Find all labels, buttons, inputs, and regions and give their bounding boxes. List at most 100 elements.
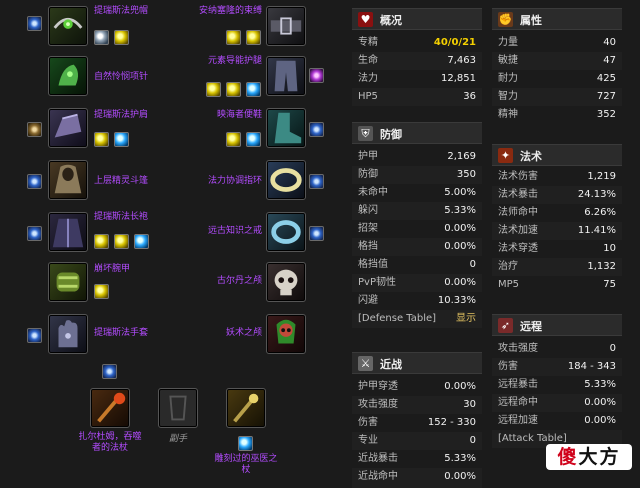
ring2-slot[interactable] <box>266 212 306 252</box>
meta-gem-icon[interactable] <box>94 30 109 45</box>
trinket2-slot[interactable] <box>266 314 306 354</box>
stat-value: 10 <box>603 243 616 254</box>
shoulder-icon <box>54 113 82 138</box>
blue-gem-icon[interactable] <box>238 436 253 451</box>
stat-label: 耐力 <box>498 73 518 84</box>
ring1-item-name[interactable]: 法力协调指环 <box>186 176 262 187</box>
legs-item-name[interactable]: 元素导能护腿 <box>186 56 262 67</box>
stat-label: 远程暴击 <box>498 379 538 390</box>
stat-row: 精神 352 <box>492 106 622 124</box>
stat-row: 未命中 5.00% <box>352 184 482 202</box>
stat-value: 40 <box>603 37 616 48</box>
stat-label: PvP韧性 <box>358 277 396 288</box>
legs-enchant-icon[interactable] <box>309 68 324 83</box>
stat-value: 0.00% <box>444 241 476 252</box>
hands-item-name[interactable]: 提瑞斯法手套 <box>94 328 148 339</box>
waist-slot[interactable] <box>266 6 306 46</box>
blue-gem-icon[interactable] <box>246 132 261 147</box>
neck-item-name[interactable]: 自然怜悯项针 <box>94 72 148 83</box>
back-slot[interactable] <box>48 160 88 200</box>
stat-value: 0 <box>609 343 616 354</box>
feet-enchant-icon[interactable] <box>309 122 324 137</box>
yellow-gem-icon[interactable] <box>246 30 261 45</box>
stat-label: 精神 <box>498 109 518 120</box>
stat-value: 75 <box>603 279 616 290</box>
shoulder-slot[interactable] <box>48 108 88 148</box>
shoulder-item-name[interactable]: 提瑞斯法护肩 <box>94 110 148 121</box>
trinket2-item-name[interactable]: 妖术之颅 <box>186 328 262 339</box>
stat-value: 0.00% <box>444 381 476 392</box>
stat-value: 5.00% <box>444 187 476 198</box>
stat-row: 生命 7,463 <box>352 52 482 70</box>
wrist-item-name[interactable]: 崩坏腕甲 <box>94 264 130 275</box>
stat-value: 184 - 343 <box>567 361 616 372</box>
nature-pendant-icon <box>58 64 79 86</box>
yellow-gem-icon[interactable] <box>114 30 129 45</box>
section-title: 法术 <box>520 150 542 163</box>
stat-value: 10.33% <box>437 295 476 306</box>
stat-value: 0.00% <box>444 223 476 234</box>
legs-slot[interactable] <box>266 56 306 96</box>
stat-value: 36 <box>463 91 476 102</box>
defense-table-label: [Defense Table] <box>358 313 437 324</box>
blue-gem-icon[interactable] <box>114 132 129 147</box>
ranged-slot[interactable] <box>226 388 266 428</box>
stat-row: 伤害 152 - 330 <box>352 414 482 432</box>
yellow-gem-icon[interactable] <box>94 284 109 299</box>
stat-row: 法术加速 11.41% <box>492 222 622 240</box>
stat-row: 法术穿透 10 <box>492 240 622 258</box>
stat-label: 法术穿透 <box>498 243 538 254</box>
show-defense-table-link[interactable]: 显示 <box>456 310 476 328</box>
yellow-gem-icon[interactable] <box>226 30 241 45</box>
chest-item-name[interactable]: 提瑞斯法长袍 <box>94 212 148 223</box>
stat-row: 格挡值 0 <box>352 256 482 274</box>
stat-row: 攻击强度 30 <box>352 396 482 414</box>
hands-enchant-icon[interactable] <box>27 328 42 343</box>
stats-column-left: ♥ 概况 专精 40/0/21 生命 7,463 法力 12,851 HP5 36 ⛨ … <box>352 0 482 488</box>
ring2-enchant-icon[interactable] <box>309 226 324 241</box>
shoulder-enchant-icon[interactable] <box>27 122 42 137</box>
yellow-gem-icon[interactable] <box>226 82 241 97</box>
stat-label: 法力 <box>358 73 378 84</box>
blue-gem-icon[interactable] <box>246 82 261 97</box>
mainhand-item-name[interactable]: 扎尔杜姆，吞噬者的法杖 <box>75 432 145 454</box>
back-item-name[interactable]: 上层精灵斗篷 <box>94 176 148 187</box>
stat-label: 攻击强度 <box>358 399 398 410</box>
stat-row: 躲闪 5.33% <box>352 202 482 220</box>
stat-label: 招架 <box>358 223 378 234</box>
ring1-slot[interactable] <box>266 160 306 200</box>
crossed-swords-icon: ⚔ <box>358 356 373 371</box>
yellow-gem-icon[interactable] <box>226 132 241 147</box>
waist-item-name[interactable]: 安纳塞隆的束缚 <box>186 6 262 17</box>
hands-slot[interactable] <box>48 314 88 354</box>
mainhand-enchant-icon[interactable] <box>102 364 117 379</box>
spec-value: 40/0/21 <box>433 37 476 48</box>
head-item-name[interactable]: 提瑞斯法兜帽 <box>94 6 148 17</box>
offhand-slot[interactable] <box>158 388 198 428</box>
chest-slot[interactable] <box>48 212 88 252</box>
feet-slot[interactable] <box>266 108 306 148</box>
wand-icon <box>233 393 259 423</box>
chest-enchant-icon[interactable] <box>27 226 42 241</box>
stats-column-right: ✊ 属性 力量 40 敏捷 47 耐力 425 智力 727 精神 352 ✦ 法术 法术… <box>492 0 622 488</box>
stat-value: 6.26% <box>584 207 616 218</box>
head-enchant-icon[interactable] <box>27 16 42 31</box>
yellow-gem-icon[interactable] <box>114 234 129 249</box>
stat-label: 防御 <box>358 169 378 180</box>
neck-slot[interactable] <box>48 56 88 96</box>
blue-gem-icon[interactable] <box>134 234 149 249</box>
trinket1-item-name[interactable]: 古尔丹之颅 <box>186 276 262 287</box>
trinket1-slot[interactable] <box>266 262 306 302</box>
mainhand-slot[interactable] <box>90 388 130 428</box>
wrist-slot[interactable] <box>48 262 88 302</box>
back-enchant-icon[interactable] <box>27 174 42 189</box>
ranged-item-name[interactable]: 雕刻过的巫医之杖 <box>211 454 281 476</box>
feet-item-name[interactable]: 映海者便鞋 <box>186 110 262 121</box>
yellow-gem-icon[interactable] <box>206 82 221 97</box>
ring1-enchant-icon[interactable] <box>309 174 324 189</box>
yellow-gem-icon[interactable] <box>94 234 109 249</box>
stat-row: 敏捷 47 <box>492 52 622 70</box>
head-slot[interactable] <box>48 6 88 46</box>
ring2-item-name[interactable]: 远古知识之戒 <box>186 226 262 237</box>
yellow-gem-icon[interactable] <box>94 132 109 147</box>
